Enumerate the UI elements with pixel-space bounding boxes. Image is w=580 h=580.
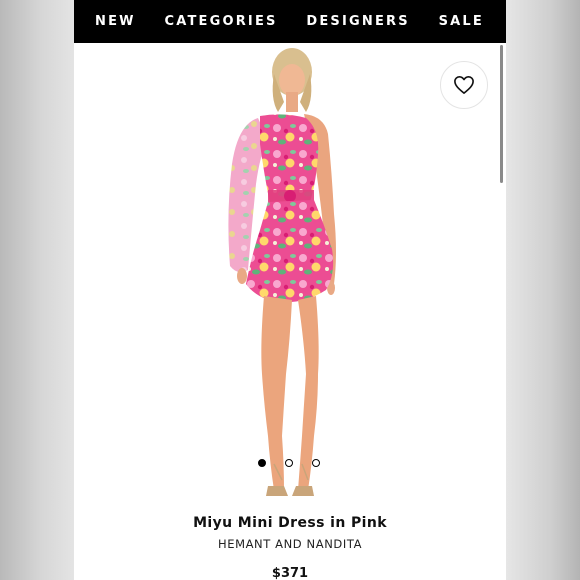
pagination-dot-3[interactable] [312, 459, 320, 467]
top-navigation: NEW CATEGORIES DESIGNERS SALE [74, 0, 506, 43]
gallery-pagination [258, 459, 328, 471]
scrollbar[interactable] [500, 45, 503, 183]
nav-item-sale[interactable]: SALE [439, 14, 484, 29]
nav-item-new[interactable]: NEW [95, 14, 136, 29]
nav-item-designers[interactable]: DESIGNERS [306, 14, 409, 29]
background-right [506, 0, 580, 580]
pagination-dot-2[interactable] [285, 459, 293, 467]
product-title: Miyu Mini Dress in Pink [193, 515, 387, 531]
background-left [0, 0, 74, 580]
phone-screen: NEW CATEGORIES DESIGNERS SALE Miyu Mini … [74, 0, 506, 580]
product-brand[interactable]: HEMANT AND NANDITA [74, 537, 506, 551]
pagination-dot-1[interactable] [258, 459, 266, 467]
product-price: $371 [271, 566, 309, 580]
product-image[interactable] [194, 44, 394, 514]
heart-icon [454, 76, 474, 94]
nav-item-categories[interactable]: CATEGORIES [164, 14, 277, 29]
wishlist-button[interactable] [440, 61, 488, 109]
